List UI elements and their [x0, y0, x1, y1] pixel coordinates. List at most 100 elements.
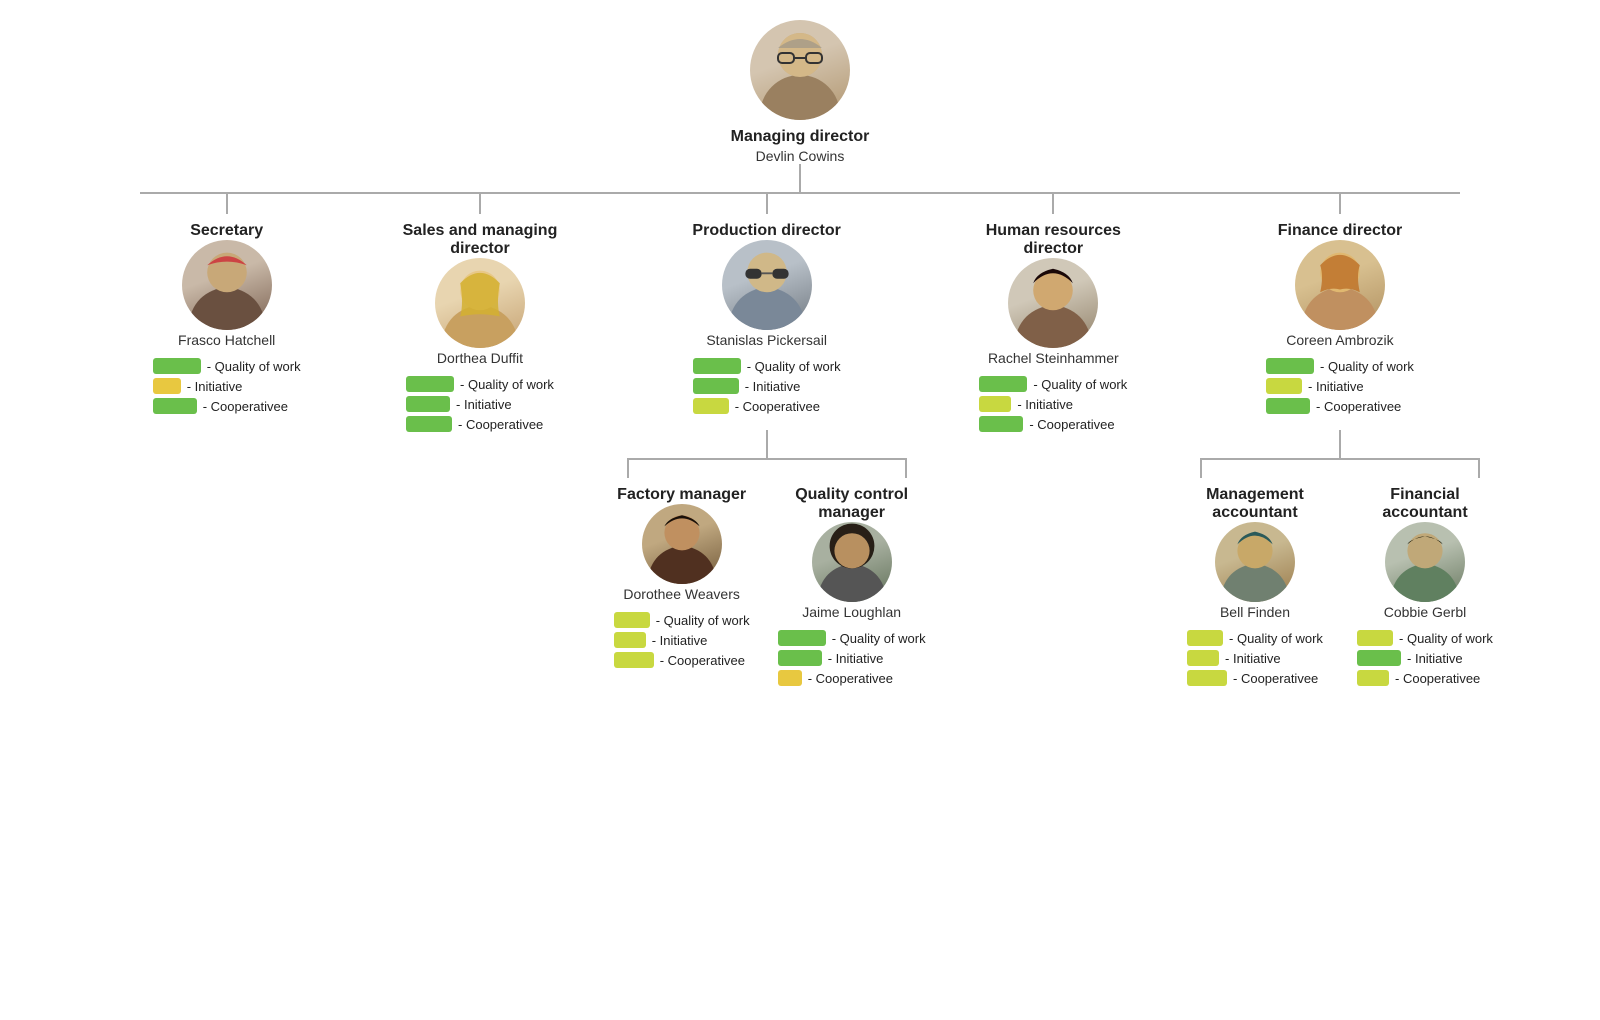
- metric-label: - Cooperativee: [1029, 417, 1114, 432]
- metric-bar: [406, 416, 452, 432]
- metric-bar: [693, 398, 729, 414]
- metric-bar: [1266, 378, 1302, 394]
- metric-label: - Initiative: [1308, 379, 1364, 394]
- metric-bar: [1266, 398, 1310, 414]
- metric-row: - Quality of work: [1357, 630, 1493, 646]
- production-metrics: - Quality of work - Initiative - Coopera…: [693, 358, 841, 414]
- metric-label: - Quality of work: [1033, 377, 1127, 392]
- metric-row: - Quality of work: [153, 358, 301, 374]
- qc-name: Jaime Loughlan: [802, 604, 901, 620]
- mgmt-title: Management accountant: [1190, 486, 1320, 522]
- avatar-financial: [1385, 522, 1465, 602]
- node-qc: Quality control manager Jaime Loughlan: [778, 478, 926, 686]
- col-finance: Finance director Coreen Ambrozik - Quali…: [1180, 194, 1500, 686]
- node-hr: Human resources director Rachel Steinham…: [973, 214, 1133, 432]
- metric-bar: [1357, 630, 1393, 646]
- managing-director-title: Managing director: [731, 128, 870, 146]
- factory-metrics: - Quality of work - Initiative - Coopera…: [614, 612, 750, 668]
- financial-name: Cobbie Gerbl: [1384, 604, 1467, 620]
- finance-children-vlines: [1200, 460, 1480, 478]
- col-mgmt: Management accountant Bell Finden: [1180, 478, 1330, 686]
- hr-title: Human resources director: [973, 222, 1133, 258]
- managing-director-name: Devlin Cowins: [756, 148, 845, 164]
- metric-label: - Quality of work: [1229, 631, 1323, 646]
- financial-title: Financial accountant: [1350, 486, 1500, 522]
- metric-label: - Initiative: [652, 633, 708, 648]
- metric-row: - Cooperativee: [979, 416, 1127, 432]
- metric-bar: [778, 670, 802, 686]
- node-finance: Finance director Coreen Ambrozik - Quali…: [1266, 214, 1414, 414]
- metric-label: - Initiative: [1017, 397, 1073, 412]
- metric-label: - Cooperativee: [1233, 671, 1318, 686]
- metric-bar: [614, 612, 650, 628]
- hr-name: Rachel Steinhammer: [988, 350, 1119, 366]
- metric-bar: [979, 396, 1011, 412]
- avatar-secretary: [182, 240, 272, 330]
- metric-label: - Cooperativee: [735, 399, 820, 414]
- sales-name: Dorthea Duffit: [437, 350, 523, 366]
- secretary-metrics: - Quality of work - Initiative - Coopera…: [153, 358, 301, 414]
- metric-label: - Cooperativee: [1395, 671, 1480, 686]
- metric-row: - Cooperativee: [614, 652, 750, 668]
- top-node: Managing director Devlin Cowins: [731, 20, 870, 164]
- metric-label: - Quality of work: [207, 359, 301, 374]
- col-sales: Sales and managing director Dorthea Duff…: [353, 194, 606, 432]
- metric-row: - Quality of work: [693, 358, 841, 374]
- metric-bar: [614, 632, 646, 648]
- level1-row: Secretary Frasco Hatchell - Quality of w…: [100, 194, 1500, 686]
- secretary-name: Frasco Hatchell: [178, 332, 275, 348]
- metric-label: - Initiative: [828, 651, 884, 666]
- node-factory: Factory manager Dorothee Weavers: [614, 478, 750, 668]
- avatar-sales: [435, 258, 525, 348]
- prod-children-vlines: [627, 460, 907, 478]
- metric-row: - Cooperativee: [1187, 670, 1323, 686]
- metric-row: - Quality of work: [1266, 358, 1414, 374]
- metric-row: - Initiative: [1187, 650, 1323, 666]
- avatar-production: [722, 240, 812, 330]
- vline-finance-down: [1339, 430, 1341, 458]
- vline-prod-down: [766, 430, 768, 458]
- avatar-qc: [812, 522, 892, 602]
- factory-title: Factory manager: [617, 486, 746, 504]
- metric-label: - Cooperativee: [1316, 399, 1401, 414]
- metric-row: - Initiative: [614, 632, 750, 648]
- node-mgmt: Management accountant Bell Finden: [1187, 478, 1323, 686]
- metric-bar: [979, 416, 1023, 432]
- sales-metrics: - Quality of work - Initiative - Coopera…: [406, 376, 554, 432]
- production-title: Production director: [692, 222, 840, 240]
- metric-label: - Quality of work: [1320, 359, 1414, 374]
- metric-row: - Cooperativee: [153, 398, 301, 414]
- finance-level2-row: Management accountant Bell Finden: [1180, 478, 1500, 686]
- metric-label: - Initiative: [1225, 651, 1281, 666]
- metric-row: - Quality of work: [778, 630, 926, 646]
- metric-bar: [1357, 650, 1401, 666]
- metric-bar: [614, 652, 654, 668]
- vline-hr: [1052, 194, 1054, 214]
- metric-label: - Cooperativee: [203, 399, 288, 414]
- metric-label: - Initiative: [745, 379, 801, 394]
- finance-metrics: - Quality of work - Initiative - Coopera…: [1266, 358, 1414, 414]
- avatar-factory: [642, 504, 722, 584]
- vline-finance: [1339, 194, 1341, 214]
- metric-bar: [778, 650, 822, 666]
- metric-label: - Quality of work: [460, 377, 554, 392]
- org-chart: Managing director Devlin Cowins Secretar…: [20, 20, 1580, 1000]
- metric-label: - Initiative: [1407, 651, 1463, 666]
- metric-row: - Initiative: [979, 396, 1127, 412]
- qc-metrics: - Quality of work - Initiative - Coopera…: [778, 630, 926, 686]
- mgmt-name: Bell Finden: [1220, 604, 1290, 620]
- metric-row: - Cooperativee: [406, 416, 554, 432]
- vline-production: [766, 194, 768, 214]
- metric-bar: [693, 378, 739, 394]
- node-sales: Sales and managing director Dorthea Duff…: [400, 214, 560, 432]
- metric-label: - Quality of work: [832, 631, 926, 646]
- metric-label: - Quality of work: [656, 613, 750, 628]
- metric-label: - Cooperativee: [808, 671, 893, 686]
- metric-bar: [693, 358, 741, 374]
- metric-row: - Quality of work: [979, 376, 1127, 392]
- metric-row: - Cooperativee: [1357, 670, 1493, 686]
- node-financial: Financial accountant Cobbie Gerbl: [1350, 478, 1500, 686]
- metric-bar: [153, 398, 197, 414]
- metric-label: - Quality of work: [1399, 631, 1493, 646]
- mgmt-metrics: - Quality of work - Initiative - Coopera…: [1187, 630, 1323, 686]
